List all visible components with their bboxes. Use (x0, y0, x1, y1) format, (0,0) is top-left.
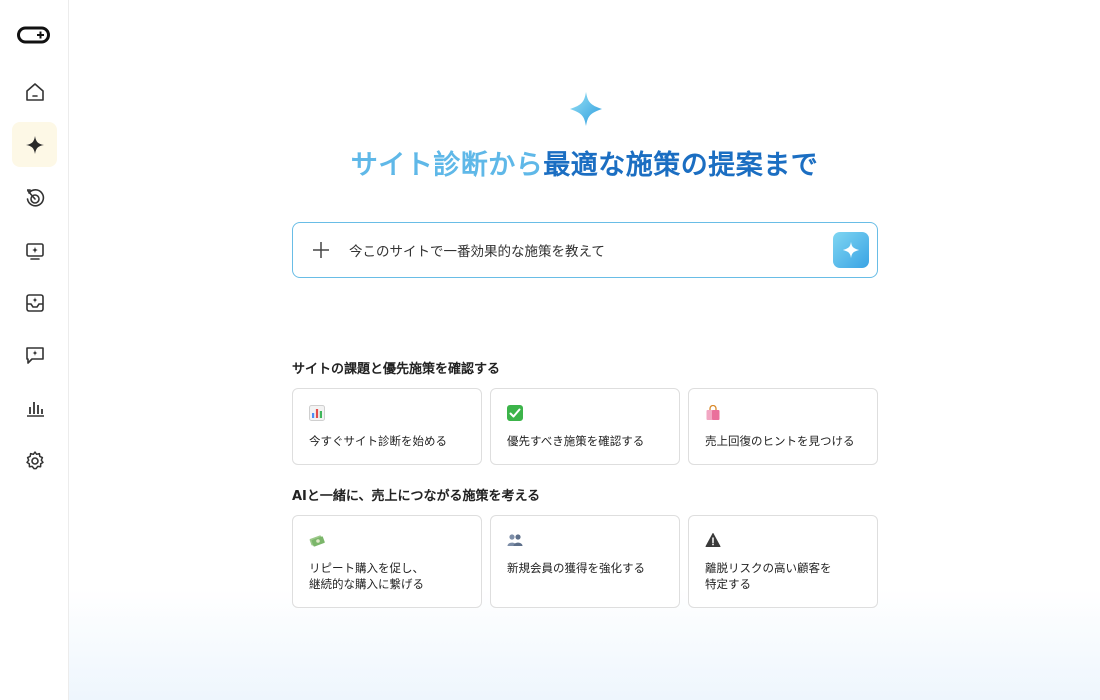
home-icon (25, 82, 44, 101)
monitor-sparkle-icon (25, 242, 44, 260)
sidebar (0, 0, 69, 700)
card-label-line-2: 特定する (705, 577, 751, 591)
suggestion-card-new-members[interactable]: 新規会員の獲得を強化する (490, 515, 680, 608)
sidebar-item-inbox[interactable] (12, 280, 57, 325)
main-content: サイト診断から最適な施策の提案まで サイトの課題と優先施策を確認する (69, 0, 1100, 700)
check-mark-emoji-icon (507, 405, 523, 421)
target-history-icon (26, 188, 44, 207)
shopping-bag-emoji-icon (705, 404, 721, 421)
suggestion-card-priority[interactable]: 優先すべき施策を確認する (490, 388, 680, 465)
card-label-line-1: リピート購入を促し、 (309, 561, 424, 575)
prompt-input[interactable] (349, 242, 809, 258)
suggestion-card-diagnosis[interactable]: 今すぐサイト診断を始める (292, 388, 482, 465)
people-emoji-icon (507, 532, 523, 548)
page-title: サイト診断から最適な施策の提案まで (69, 143, 1100, 182)
ai-send-button[interactable] (833, 232, 869, 268)
page-title-rest: 最適な施策の提案まで (543, 150, 819, 181)
warning-emoji-icon (705, 532, 721, 548)
chat-sparkle-icon (25, 346, 44, 364)
prompt-box (292, 222, 878, 278)
plus-icon (313, 242, 329, 258)
gear-icon (25, 450, 44, 469)
card-label: 今すぐサイト診断を始める (309, 434, 447, 448)
sparkle-send-icon (842, 241, 860, 259)
card-label: 優先すべき施策を確認する (507, 434, 645, 448)
suggestion-card-sales-hints[interactable]: 売上回復のヒントを見つける (688, 388, 878, 465)
suggestion-card-repeat-purchase[interactable]: リピート購入を促し、 継続的な購入に繋げる (292, 515, 482, 608)
card-label-line-1: 離脱リスクの高い顧客を (705, 561, 832, 575)
card-label: 新規会員の獲得を強化する (507, 561, 645, 575)
inbox-sparkle-icon (25, 293, 44, 312)
sidebar-item-monitor[interactable] (12, 228, 57, 273)
bar-chart-icon (26, 401, 44, 417)
sidebar-item-home[interactable] (12, 69, 57, 114)
card-label: 売上回復のヒントを見つける (705, 434, 855, 448)
section-title-ai-measures: AIと一緒に、売上につながる施策を考える (292, 489, 541, 504)
sidebar-item-settings[interactable] (12, 438, 57, 483)
money-emoji-icon (309, 532, 325, 548)
sidebar-item-ai[interactable] (12, 122, 57, 167)
section-title-issues: サイトの課題と優先施策を確認する (292, 362, 501, 377)
page-title-highlight: サイト診断から (350, 150, 544, 181)
sidebar-item-analytics[interactable] (12, 385, 57, 430)
sparkle-logo-icon (566, 91, 606, 127)
logo-icon[interactable] (17, 26, 51, 44)
sidebar-item-chat[interactable] (12, 332, 57, 377)
app-root: サイト診断から最適な施策の提案まで サイトの課題と優先施策を確認する (0, 0, 1100, 700)
suggestion-card-churn-risk[interactable]: 離脱リスクの高い顧客を 特定する (688, 515, 878, 608)
card-label-line-2: 継続的な購入に繋げる (309, 577, 424, 591)
bar-chart-emoji-icon (309, 405, 325, 421)
add-attachment-button[interactable] (309, 238, 333, 262)
sidebar-item-history[interactable] (12, 175, 57, 220)
sparkle-icon (25, 135, 44, 154)
